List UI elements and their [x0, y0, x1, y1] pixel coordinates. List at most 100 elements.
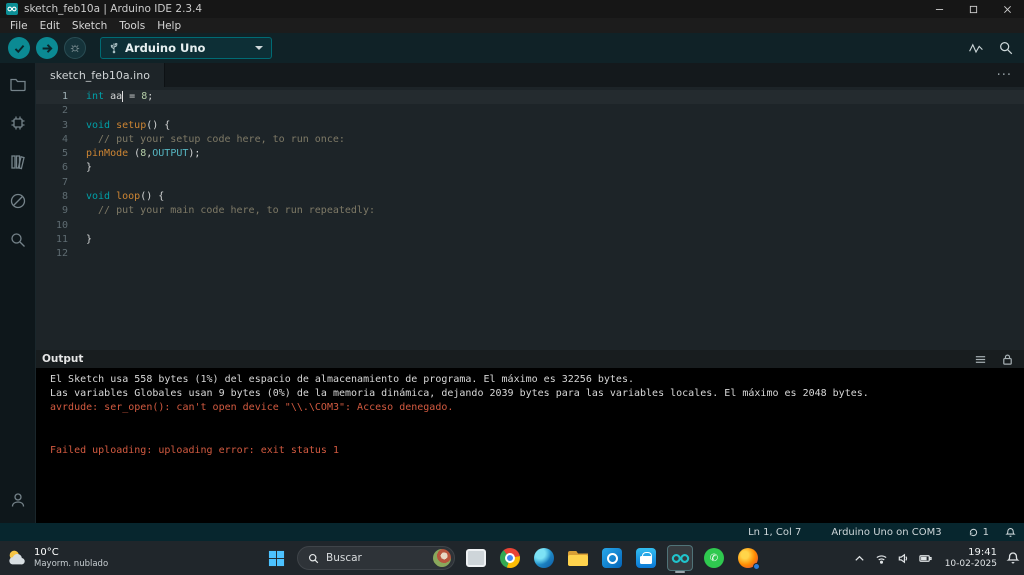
- code-line[interactable]: 9 // put your main code here, to run rep…: [36, 204, 1024, 218]
- tab-more-actions-icon[interactable]: ···: [997, 68, 1024, 83]
- code-text: // put your main code here, to run repea…: [86, 205, 375, 217]
- menu-item-file[interactable]: File: [4, 20, 34, 32]
- line-number: 9: [61, 205, 68, 217]
- menu-item-sketch[interactable]: Sketch: [66, 20, 113, 32]
- ide-bell-icon[interactable]: [1005, 527, 1016, 538]
- code-text: }: [86, 233, 93, 245]
- taskbar-app-outlook[interactable]: [599, 545, 625, 571]
- taskbar-search-box[interactable]: Buscar: [297, 546, 455, 570]
- menu-item-tools[interactable]: Tools: [113, 20, 151, 32]
- notification-count: 1: [982, 526, 989, 538]
- code-line[interactable]: 5 pinMode (8,OUTPUT);: [36, 147, 1024, 161]
- notification-bell-icon[interactable]: [1006, 551, 1020, 565]
- clock-date: 10-02-2025: [944, 558, 997, 569]
- code-line[interactable]: 10: [36, 219, 1024, 233]
- title-bar: sketch_feb10a | Arduino IDE 2.3.4: [0, 0, 1024, 18]
- clock-time: 19:41: [968, 546, 997, 558]
- sketchbook-folder-icon[interactable]: [9, 75, 27, 93]
- debug-button[interactable]: [64, 37, 86, 59]
- serial-plotter-icon[interactable]: [968, 40, 984, 56]
- board-selector-label: Arduino Uno: [125, 41, 206, 55]
- arduino-logo-icon: [6, 3, 18, 15]
- code-line[interactable]: 4 // put your setup code here, to run on…: [36, 133, 1024, 147]
- sync-icon[interactable]: [968, 527, 979, 538]
- code-line[interactable]: 7: [36, 176, 1024, 190]
- weather-widget[interactable]: 10°C Mayorm. nublado: [6, 547, 108, 569]
- library-manager-icon[interactable]: [9, 153, 27, 171]
- status-board-port[interactable]: Arduino Uno on COM3: [831, 527, 941, 538]
- tray-chevron-up-icon[interactable]: [853, 552, 866, 565]
- volume-icon[interactable]: [897, 552, 910, 565]
- output-line: Las variables Globales usan 9 bytes (0%)…: [50, 388, 869, 400]
- cursor-position[interactable]: Ln 1, Col 7: [748, 527, 801, 538]
- chevron-down-icon: [255, 46, 263, 50]
- serial-monitor-icon[interactable]: [998, 40, 1014, 56]
- board-selector-dropdown[interactable]: Arduino Uno: [100, 37, 272, 59]
- output-panel-title: Output: [42, 353, 84, 365]
- output-panel-header: Output: [36, 350, 1024, 368]
- toolbar: Arduino Uno: [0, 33, 1024, 63]
- line-number: 12: [55, 248, 68, 260]
- minimize-button[interactable]: [922, 0, 956, 18]
- boards-manager-icon[interactable]: [9, 114, 27, 132]
- activity-sidebar: [0, 63, 36, 523]
- verify-button[interactable]: [8, 37, 30, 59]
- weather-condition: Mayorm. nublado: [34, 559, 109, 569]
- menu-bar: File Edit Sketch Tools Help: [0, 18, 1024, 33]
- taskbar-app-whatsapp[interactable]: ✆: [701, 545, 727, 571]
- output-options-icon[interactable]: [974, 353, 987, 366]
- code-text: int aa = 8;: [86, 90, 154, 102]
- upload-button[interactable]: [36, 37, 58, 59]
- scroll-lock-icon[interactable]: [1001, 353, 1014, 366]
- debug-sidebar-icon[interactable]: [9, 192, 27, 210]
- output-line: avrdude: ser_open(): can't open device "…: [50, 402, 454, 414]
- line-number: 3: [61, 119, 68, 131]
- code-line[interactable]: 12: [36, 247, 1024, 261]
- output-line: El Sketch usa 558 bytes (1%) del espacio…: [50, 374, 634, 385]
- line-number: 10: [55, 219, 68, 231]
- taskbar-app-firefox[interactable]: [735, 545, 761, 571]
- menu-item-edit[interactable]: Edit: [34, 20, 66, 32]
- output-console: El Sketch usa 558 bytes (1%) del espacio…: [36, 368, 1024, 523]
- editor-tab-bar: sketch_feb10a.ino ···: [36, 63, 1024, 87]
- code-editor[interactable]: 1 int aa = 8; 2 3 void setup() { 4 // put you…: [36, 87, 1024, 350]
- line-number: 11: [55, 233, 68, 245]
- search-icon: [308, 553, 319, 563]
- line-number: 4: [61, 133, 68, 145]
- menu-item-help[interactable]: Help: [151, 20, 187, 32]
- window-title: sketch_feb10a | Arduino IDE 2.3.4: [24, 3, 203, 15]
- tab-sketch-feb10a[interactable]: sketch_feb10a.ino: [36, 63, 165, 87]
- wifi-icon[interactable]: [875, 552, 888, 565]
- code-text: void setup() {: [86, 119, 171, 131]
- taskbar-app-edge[interactable]: [531, 545, 557, 571]
- search-icon[interactable]: [9, 231, 27, 249]
- search-box-label: Buscar: [326, 552, 362, 564]
- taskbar-app-window[interactable]: [463, 545, 489, 571]
- taskbar-app-file-explorer[interactable]: [565, 545, 591, 571]
- code-line[interactable]: 2: [36, 104, 1024, 118]
- close-button[interactable]: [990, 0, 1024, 18]
- search-highlight-image[interactable]: [433, 549, 451, 567]
- arduino-ide-window: sketch_feb10a | Arduino IDE 2.3.4 File Ed…: [0, 0, 1024, 575]
- account-icon[interactable]: [9, 491, 27, 509]
- code-line[interactable]: 11}: [36, 233, 1024, 247]
- taskbar-app-arduino-active[interactable]: [667, 545, 693, 571]
- battery-icon[interactable]: [919, 552, 932, 565]
- code-line[interactable]: 6}: [36, 161, 1024, 175]
- code-line[interactable]: 3 void setup() {: [36, 119, 1024, 133]
- taskbar-app-store[interactable]: [633, 545, 659, 571]
- maximize-button[interactable]: [956, 0, 990, 18]
- taskbar-app-chrome[interactable]: [497, 545, 523, 571]
- line-number: 2: [61, 105, 68, 117]
- code-line[interactable]: 1 int aa = 8;: [36, 90, 1024, 104]
- ide-status-bar: Ln 1, Col 7 Arduino Uno on COM3 1: [0, 523, 1024, 541]
- line-number: 1: [61, 91, 68, 102]
- start-button[interactable]: [263, 545, 289, 571]
- code-line[interactable]: 8 void loop() {: [36, 190, 1024, 204]
- taskbar-clock[interactable]: 19:41 10-02-2025: [945, 547, 997, 570]
